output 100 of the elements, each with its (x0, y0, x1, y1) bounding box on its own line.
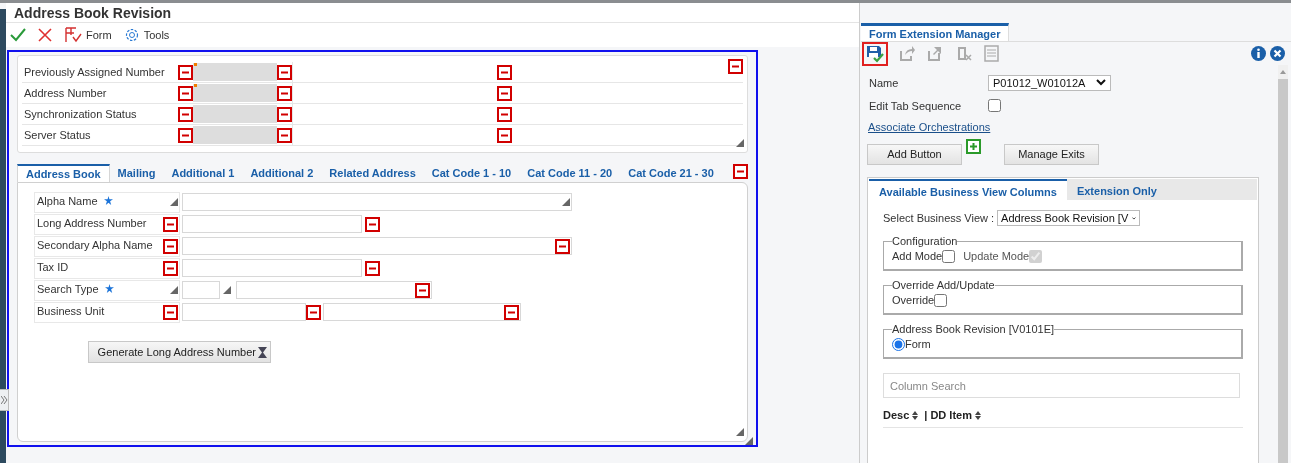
tab[interactable]: Related Address (321, 164, 424, 182)
form-check-icon (64, 27, 82, 43)
group-title: Configuration (892, 235, 958, 247)
minus-box-icon[interactable] (277, 85, 292, 101)
add-button[interactable]: Add Button (867, 143, 962, 165)
dropdown[interactable]: P01012_W01012A (988, 74, 1111, 91)
field-label: Business Unit (37, 304, 105, 317)
chevron-down-icon (1096, 79, 1106, 86)
minus-box-icon[interactable] (728, 59, 743, 74)
resize-handle-icon[interactable] (562, 198, 570, 206)
sort-icon (912, 410, 919, 420)
link[interactable]: Associate Orchestrations (868, 121, 991, 133)
minus-box-icon[interactable] (163, 304, 178, 320)
minus-box-icon[interactable] (277, 64, 292, 80)
minus-box-icon[interactable] (497, 64, 512, 80)
text-field[interactable] (292, 83, 512, 103)
column-header[interactable]: Desc (883, 409, 919, 421)
text-field[interactable] (182, 303, 306, 321)
resize-handle-icon[interactable] (170, 286, 178, 294)
tab[interactable]: Cat Code 21 - 30 (620, 164, 722, 182)
tools-menu-button[interactable]: Tools (123, 27, 170, 43)
minus-box-icon[interactable] (497, 85, 512, 101)
manage-exits-button[interactable]: Manage Exits (1004, 143, 1099, 165)
minus-box-icon[interactable] (277, 127, 292, 143)
minus-box-icon[interactable] (415, 282, 430, 298)
text-field[interactable] (292, 125, 512, 145)
dropdown[interactable]: Address Book Revision [V (997, 210, 1141, 226)
checkbox[interactable] (988, 99, 1001, 112)
field-label: Name (868, 76, 900, 89)
minus-box-icon[interactable] (733, 164, 748, 179)
sort-icon (975, 410, 981, 420)
tab[interactable]: Extension Only (1066, 179, 1167, 200)
minus-box-icon[interactable] (365, 260, 380, 276)
panel-tab[interactable]: Form Extension Manager (861, 23, 1010, 41)
group-title: Override Add/Update (892, 279, 995, 291)
text-field[interactable] (292, 104, 512, 124)
field-label: Long Address Number (37, 216, 147, 229)
text-field[interactable] (182, 237, 572, 255)
radio-button[interactable] (892, 337, 905, 351)
column-header[interactable]: | DD Item (924, 409, 981, 421)
minus-box-icon[interactable] (497, 106, 512, 122)
resize-handle-icon[interactable] (170, 198, 178, 206)
minus-box-icon[interactable] (178, 85, 193, 101)
info-icon[interactable] (1251, 46, 1266, 61)
window-title: Address Book Revision (6, 3, 859, 23)
tab[interactable]: Additional 1 (163, 164, 243, 182)
minus-box-icon[interactable] (504, 304, 519, 320)
text-field[interactable] (182, 215, 362, 233)
text-field[interactable] (292, 62, 512, 82)
field-label: Select Business View : (883, 212, 995, 224)
text-field[interactable] (182, 259, 362, 277)
hourglass-icon (257, 345, 268, 359)
checkbox[interactable] (934, 293, 948, 307)
minus-box-icon[interactable] (178, 127, 193, 143)
minus-box-icon[interactable] (163, 238, 178, 254)
text-field[interactable] (182, 193, 572, 211)
field-label: Synchronization Status (23, 107, 138, 122)
checkbox[interactable] (942, 249, 956, 263)
resize-handle-icon[interactable] (736, 139, 744, 147)
minus-box-icon[interactable] (178, 64, 193, 80)
field-label: Secondary Alpha Name (37, 238, 153, 251)
minus-box-icon[interactable] (306, 304, 321, 320)
save-icon (866, 44, 884, 63)
search-field[interactable]: Column Search (883, 373, 1240, 398)
group-title: Address Book Revision [V0101E] (892, 323, 1055, 335)
save-button[interactable] (862, 41, 888, 66)
option-label: Add Mode (892, 250, 943, 262)
text-field[interactable] (182, 281, 220, 299)
field-label: Alpha Name (37, 194, 98, 207)
tab[interactable]: Additional 2 (242, 164, 322, 182)
chevron-down-icon (1132, 214, 1137, 222)
minus-box-icon[interactable] (163, 260, 178, 276)
tab[interactable]: Cat Code 1 - 10 (423, 164, 520, 182)
field-label: Previously Assigned Number (23, 65, 166, 80)
text-field[interactable] (323, 303, 521, 321)
resize-handle-icon[interactable] (223, 286, 231, 294)
tab[interactable]: Address Book (17, 164, 110, 182)
minus-box-icon[interactable] (497, 127, 512, 143)
settings-icon (123, 27, 140, 43)
minus-box-icon[interactable] (178, 106, 193, 122)
scrollbar[interactable] (1278, 65, 1288, 463)
option-label: Form (905, 338, 931, 350)
form-menu-button[interactable]: Form (64, 27, 112, 43)
field-label: Search Type (37, 282, 99, 295)
tab[interactable]: Mailing (109, 164, 164, 182)
option-label: Update Mode (963, 250, 1030, 262)
minus-box-icon[interactable] (365, 216, 380, 232)
minus-box-icon[interactable] (555, 238, 570, 254)
field-label: Edit Tab Sequence (868, 99, 963, 112)
minus-box-icon[interactable] (163, 216, 178, 232)
tab[interactable]: Cat Code 11 - 20 (519, 164, 621, 182)
field-label: Server Status (23, 128, 92, 143)
checkmark-icon[interactable] (10, 28, 26, 42)
add-icon[interactable] (966, 139, 981, 154)
text-field[interactable] (236, 281, 432, 299)
close-icon[interactable] (38, 28, 52, 42)
generate-button[interactable]: Generate Long Address Number (88, 341, 271, 363)
tab[interactable]: Available Business View Columns (869, 179, 1067, 200)
minus-box-icon[interactable] (277, 106, 292, 122)
close-icon[interactable] (1270, 46, 1285, 61)
